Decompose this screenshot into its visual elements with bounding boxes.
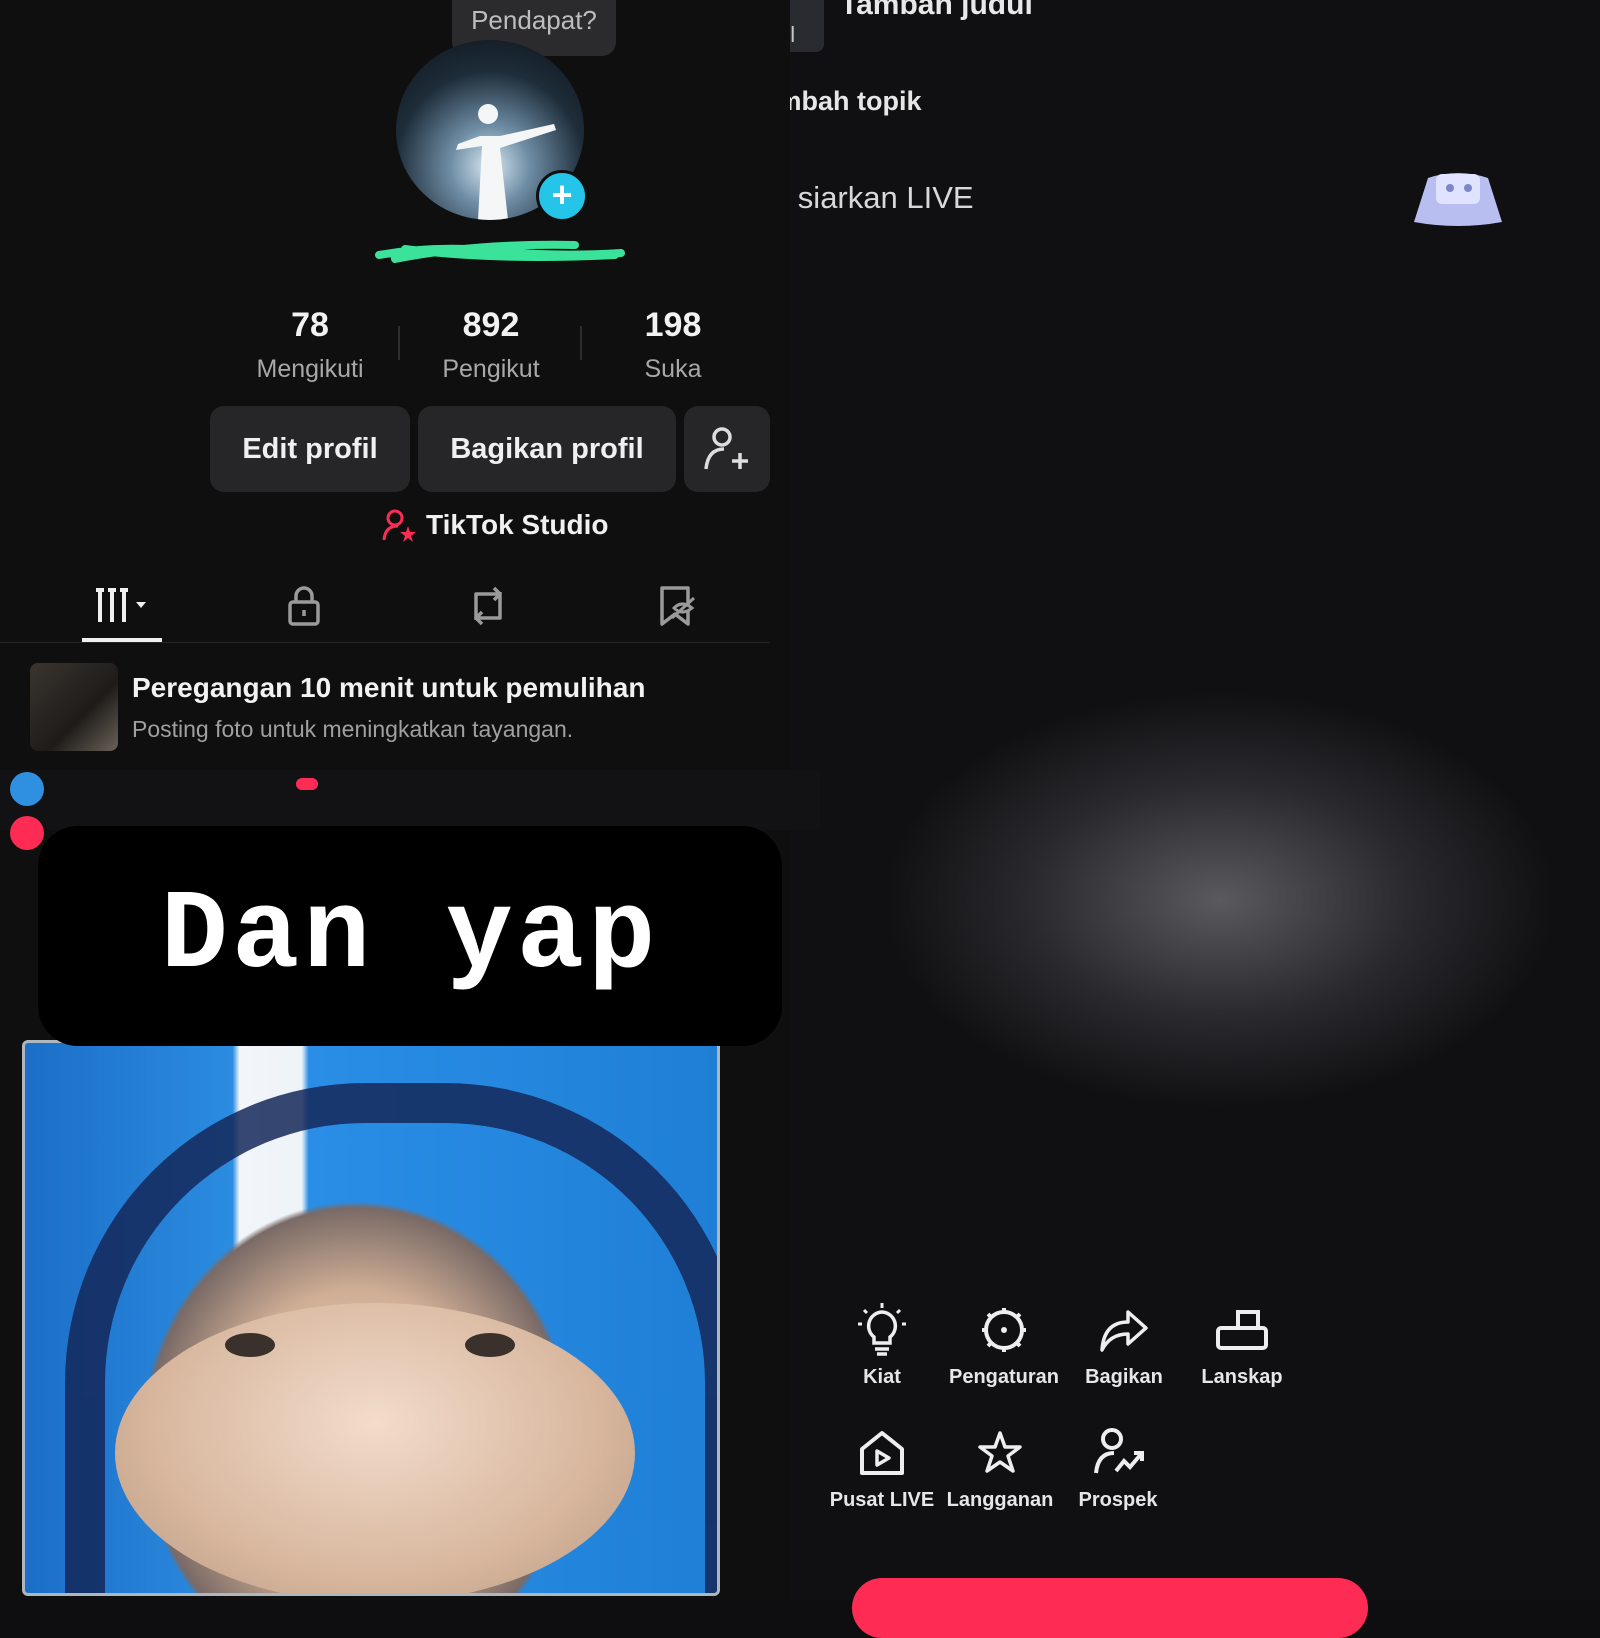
tab-reposts[interactable] (458, 582, 518, 630)
stat-followers[interactable]: 892 Pengikut (406, 306, 576, 384)
tool-pengaturan[interactable]: Pengaturan (944, 1302, 1064, 1389)
eye-left (225, 1333, 275, 1357)
live-title-field[interactable]: Tambah judul (840, 0, 1033, 22)
add-friend-icon (704, 427, 748, 470)
tool-langganan[interactable]: Langganan (940, 1425, 1060, 1512)
redaction-scribble (375, 240, 625, 263)
prospect-icon (1058, 1425, 1178, 1481)
landscape-icon (1182, 1302, 1302, 1358)
tool-label: Pengaturan (948, 1366, 1060, 1388)
gamepad-icon (1414, 173, 1502, 226)
stat-following[interactable]: 78 Mengikuti (225, 306, 395, 384)
tool-prospek[interactable]: Prospek (1058, 1425, 1178, 1512)
promo-title[interactable]: Peregangan 10 menit untuk pemulihan (132, 672, 645, 704)
edit-profile-button[interactable]: Edit profil (210, 406, 410, 492)
stat-label: Pengikut (442, 355, 540, 383)
meme-caption: Dan yap (38, 826, 782, 1046)
eye-right (465, 1333, 515, 1357)
tool-bagikan[interactable]: Bagikan (1064, 1302, 1184, 1389)
promo-thumbnail[interactable] (30, 663, 118, 751)
tool-lanskap[interactable]: Lanskap (1182, 1302, 1302, 1389)
stat-value: 198 (644, 306, 702, 344)
embedded-screenshot-strip (0, 770, 820, 850)
tool-label: Pusat LIVE (829, 1489, 935, 1511)
stat-value: 78 (291, 306, 329, 344)
add-avatar-icon[interactable]: + (536, 170, 588, 222)
followers-icon (10, 772, 44, 806)
go-live-button[interactable] (852, 1578, 1368, 1638)
tool-label: Bagikan (1085, 1366, 1163, 1388)
meme-photo (22, 1040, 720, 1596)
tab-divider (0, 642, 770, 643)
stat-divider (580, 326, 582, 360)
star-icon (940, 1425, 1060, 1481)
grid-icon (96, 588, 146, 622)
stat-value: 892 (462, 306, 520, 344)
gear-icon (944, 1302, 1064, 1358)
bell-icon (10, 816, 44, 850)
lightbulb-icon (822, 1302, 942, 1358)
studio-icon (382, 509, 416, 542)
promo-subtitle: Posting foto untuk meningkatkan tayangan… (132, 716, 574, 742)
tool-label: Lanskap (1201, 1366, 1283, 1388)
stat-divider (398, 326, 400, 360)
tool-label: Kiat (863, 1366, 901, 1388)
add-friend-button[interactable] (684, 406, 770, 492)
tool-pusat-live[interactable]: Pusat LIVE (822, 1425, 942, 1512)
stat-label: Suka (644, 355, 702, 383)
hidden-likes-icon (660, 586, 696, 626)
share-icon (1064, 1302, 1184, 1358)
stat-label: Mengikuti (256, 355, 364, 383)
face (115, 1303, 635, 1593)
studio-label: TikTok Studio (426, 509, 609, 540)
stat-likes[interactable]: 198 Suka (588, 306, 758, 384)
share-profile-button[interactable]: Bagikan profil (418, 406, 676, 492)
lock-icon (288, 586, 320, 626)
tool-label: Langganan (946, 1489, 1054, 1511)
tiktok-studio-link[interactable]: TikTok Studio (382, 508, 609, 542)
tool-label: Prospek (1078, 1489, 1158, 1511)
tab-videos[interactable] (92, 582, 152, 630)
live-center-icon (822, 1425, 942, 1481)
repost-icon (474, 586, 502, 626)
tab-liked[interactable] (646, 582, 706, 630)
tool-kiat[interactable]: Kiat (822, 1302, 942, 1389)
tab-private[interactable] (274, 582, 334, 630)
badge-dot (296, 778, 318, 790)
